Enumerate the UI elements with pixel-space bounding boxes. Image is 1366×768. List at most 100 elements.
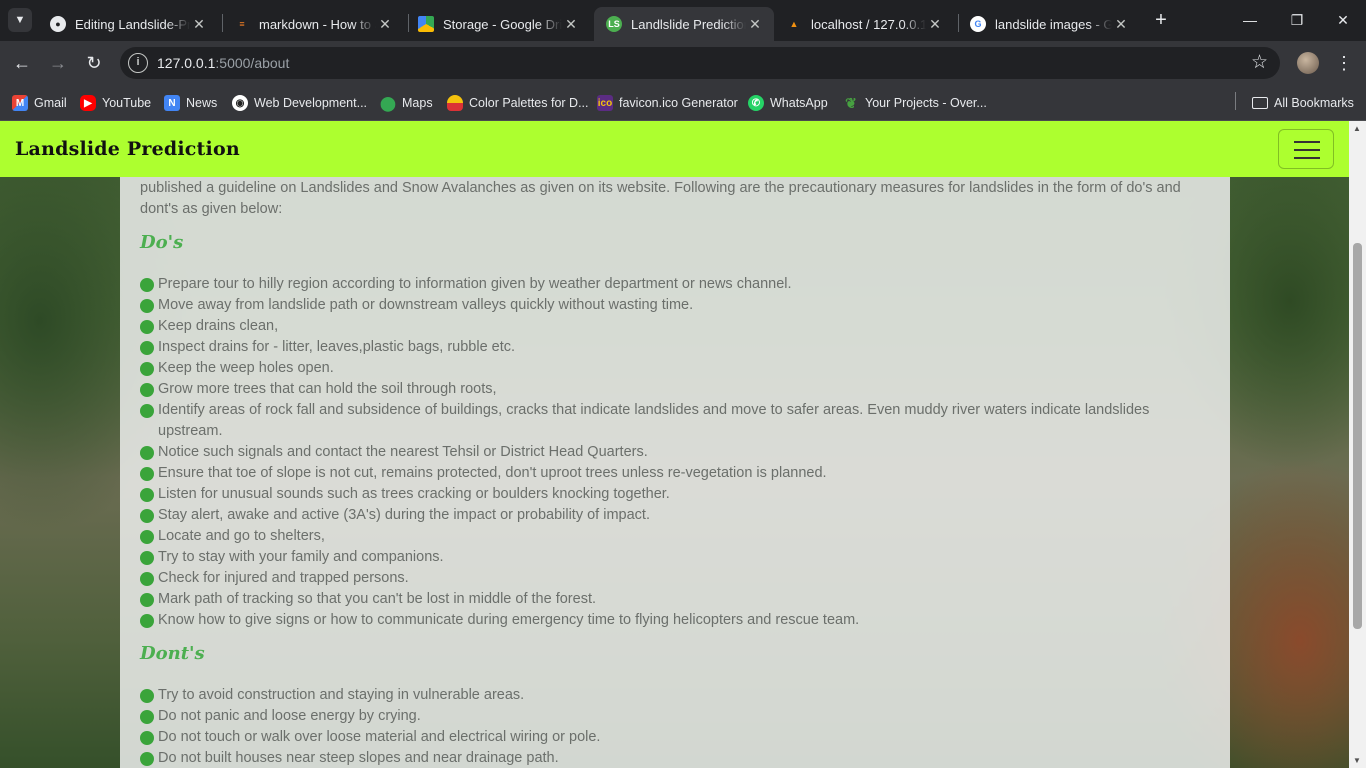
google-icon: G: [970, 16, 986, 32]
close-icon[interactable]: ✕: [562, 16, 580, 33]
profile-avatar[interactable]: [1297, 52, 1319, 74]
whatsapp-icon: ✆: [748, 95, 764, 111]
bookmark-label: News: [186, 96, 218, 110]
tab-google-drive[interactable]: Storage - Google Driv ✕: [406, 7, 590, 41]
list-item: Grow more trees that can hold the soil t…: [140, 379, 1215, 400]
intro-paragraph: published a guideline on Landslides and …: [140, 180, 1181, 217]
brand-link[interactable]: Landslide Prediction: [15, 138, 240, 160]
tab-landslide-images[interactable]: G landslide images - Go ✕: [958, 7, 1140, 41]
tab-search-button[interactable]: ▼: [8, 8, 32, 32]
bullet-icon: [140, 593, 154, 607]
address-bar[interactable]: i 127.0.0.1:5000/about ☆: [120, 47, 1280, 79]
menu-icon[interactable]: ⋮: [1334, 51, 1354, 75]
bullet-icon: [140, 341, 154, 355]
gmail-icon: M: [12, 95, 28, 111]
bullet-icon: [140, 572, 154, 586]
close-icon[interactable]: ✕: [190, 16, 208, 33]
forward-button[interactable]: →: [46, 51, 70, 75]
reload-button[interactable]: ↻: [82, 51, 106, 75]
list-item: Identify areas of rock fall and subsiden…: [140, 400, 1215, 442]
list-item: Move away from landslide path or downstr…: [140, 295, 1215, 316]
bookmark-label: Color Palettes for D...: [469, 96, 589, 110]
close-icon[interactable]: ✕: [926, 16, 944, 33]
all-bookmarks-label: All Bookmarks: [1274, 96, 1354, 110]
tab-localhost[interactable]: ▲ localhost / 127.0.0.1 / ✕: [774, 7, 954, 41]
navbar-toggler-button[interactable]: [1278, 129, 1334, 169]
plus-icon: +: [1155, 9, 1167, 31]
bookmark-label: YouTube: [102, 96, 152, 110]
bookmark-your-projects[interactable]: ❦ Your Projects - Over...: [843, 93, 987, 113]
google-drive-icon: [418, 16, 434, 32]
dos-list: Prepare tour to hilly region according t…: [140, 274, 1215, 631]
page-viewport: published a guideline on Landslides and …: [0, 121, 1366, 768]
google-news-icon: N: [164, 95, 180, 111]
tab-strip: ▼ ● Editing Landslide-Pre ✕ ≡ markdown -…: [0, 0, 1366, 41]
scroll-down-icon[interactable]: ▼: [1353, 756, 1361, 765]
bookmark-label: Web Development...: [254, 96, 368, 110]
close-icon[interactable]: ✕: [746, 16, 764, 33]
bookmark-maps[interactable]: ⬤ Maps: [380, 93, 432, 113]
hamburger-icon: [1294, 141, 1320, 143]
list-item: Mark path of tracking so that you can't …: [140, 589, 1215, 610]
bullet-icon: [140, 467, 154, 481]
youtube-icon: ▶: [80, 95, 96, 111]
reload-icon: ↻: [86, 53, 102, 73]
list-item: Inspect drains for - litter, leaves,plas…: [140, 337, 1215, 358]
list-item: Do not touch or walk over loose material…: [140, 727, 1215, 748]
site-navbar: Landslide Prediction: [0, 121, 1349, 177]
phpmyadmin-icon: ▲: [789, 19, 799, 29]
bullet-icon: [140, 278, 154, 292]
minimize-button[interactable]: —: [1238, 8, 1262, 32]
bookmark-youtube[interactable]: ▶ YouTube: [80, 93, 151, 113]
donts-list: Try to avoid construction and staying in…: [140, 685, 1215, 768]
page-scrollbar[interactable]: ▲ ▼: [1349, 121, 1366, 768]
bullet-icon: [140, 614, 154, 628]
bookmark-web-development[interactable]: ◉ Web Development...: [232, 93, 367, 113]
bookmark-news[interactable]: N News: [164, 93, 217, 113]
list-item: Do not built houses near steep slopes an…: [140, 748, 1215, 768]
list-item: Check for injured and trapped persons.: [140, 568, 1215, 589]
all-bookmarks-folder[interactable]: All Bookmarks: [1252, 93, 1354, 113]
bookmark-color-palettes[interactable]: Color Palettes for D...: [447, 93, 589, 113]
close-icon[interactable]: ✕: [376, 16, 394, 33]
bullet-icon: [140, 446, 154, 460]
tab-markdown[interactable]: ≡ markdown - How to a ✕: [222, 7, 404, 41]
bookmark-star-icon[interactable]: ☆: [1251, 51, 1268, 74]
github-icon: ●: [50, 16, 66, 32]
back-button[interactable]: ←: [10, 51, 34, 75]
bookmark-favicon-generator[interactable]: ico favicon.ico Generator: [597, 93, 738, 113]
tab-title: Landlslide Prediction: [631, 16, 746, 32]
bullet-icon: [140, 320, 154, 334]
favicon-gen-icon: ico: [597, 95, 613, 111]
bookmark-label: Gmail: [34, 96, 67, 110]
close-window-button[interactable]: ✕: [1331, 8, 1355, 32]
tab-editing-landslide[interactable]: ● Editing Landslide-Pre ✕: [38, 7, 218, 41]
site-info-icon[interactable]: i: [128, 53, 148, 73]
tab-title: localhost / 127.0.0.1 /: [811, 16, 926, 32]
new-tab-button[interactable]: +: [1150, 9, 1172, 31]
arrow-left-icon: ←: [13, 53, 31, 73]
folder-icon: [1252, 97, 1268, 109]
dos-heading: Do's: [140, 232, 184, 253]
bookmark-gmail[interactable]: M Gmail: [12, 93, 67, 113]
bullet-icon: [140, 509, 154, 523]
bullet-icon: [140, 488, 154, 502]
bookmark-whatsapp[interactable]: ✆ WhatsApp: [748, 93, 828, 113]
bookmark-label: favicon.ico Generator: [619, 96, 738, 110]
list-item: Keep drains clean,: [140, 316, 1215, 337]
restore-button[interactable]: ❐: [1285, 8, 1309, 32]
bullet-icon: [140, 689, 154, 703]
stackoverflow-icon: ≡: [239, 19, 245, 29]
google-maps-icon: ⬤: [380, 94, 396, 111]
close-icon[interactable]: ✕: [1112, 16, 1130, 33]
scrollbar-thumb[interactable]: [1353, 243, 1362, 629]
url-host: 127.0.0.1: [157, 55, 216, 71]
palette-icon: [447, 95, 463, 111]
scroll-up-icon[interactable]: ▲: [1353, 124, 1361, 133]
url-text[interactable]: 127.0.0.1:5000/about: [157, 55, 289, 71]
url-path: :5000/about: [215, 55, 290, 71]
close-icon: ✕: [1337, 12, 1349, 28]
list-item: Stay alert, awake and active (3A's) duri…: [140, 505, 1215, 526]
bookmarks-separator: [1235, 92, 1236, 110]
tab-landslide-prediction[interactable]: LS Landlslide Prediction ✕: [594, 7, 774, 41]
